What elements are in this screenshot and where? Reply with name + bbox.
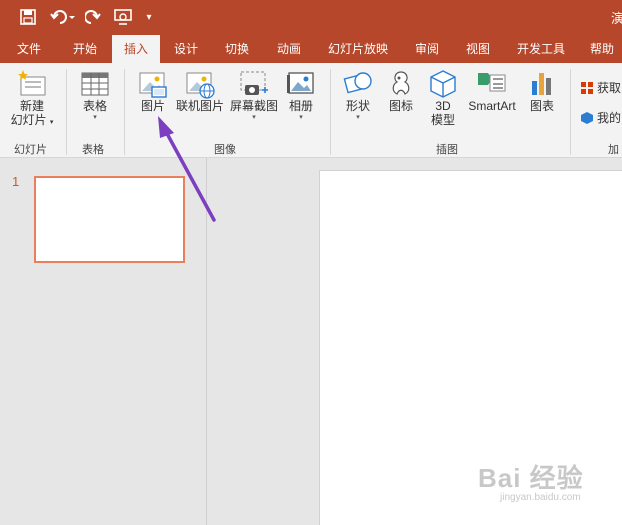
addins-group-label: 加 [608, 144, 619, 156]
tab-review[interactable]: 审阅 [405, 35, 449, 63]
title-bar: ▾ 演 [0, 0, 622, 35]
shapes-dropdown-icon: ▾ [356, 114, 360, 121]
screenshot-icon [240, 71, 268, 95]
icons-icon [392, 71, 410, 95]
document-title: 演 [611, 11, 622, 26]
tab-design[interactable]: 设计 [163, 35, 209, 63]
tab-transitions[interactable]: 切换 [214, 35, 260, 63]
tab-help[interactable]: 帮助 [582, 35, 622, 63]
my-addins-label: 我的 [597, 111, 622, 125]
tab-slideshow[interactable]: 幻灯片放映 [320, 35, 396, 63]
tab-view[interactable]: 视图 [456, 35, 500, 63]
table-button[interactable]: 表格 ▾ [74, 69, 116, 123]
picture-icon [139, 72, 167, 98]
chart-icon [532, 73, 551, 95]
table-icon [81, 72, 109, 96]
tab-insert[interactable]: 插入 [112, 35, 160, 63]
smartart-label: SmartArt [468, 99, 516, 113]
table-label: 表格 [82, 99, 107, 113]
group-divider [66, 69, 67, 155]
slide-thumbnail[interactable] [34, 176, 185, 263]
tab-file[interactable]: 文件 [4, 35, 54, 63]
photo-album-button[interactable]: 相册 ▾ [282, 69, 320, 123]
ribbon-tab-bar: 文件 开始 插入 设计 切换 动画 幻灯片放映 审阅 视图 开发工具 帮助 [0, 35, 622, 63]
table-dropdown-icon: ▾ [93, 114, 97, 121]
get-addins-label: 获取 [597, 81, 622, 95]
3d-models-label-1: 3D [435, 99, 451, 113]
redo-icon[interactable] [83, 6, 103, 28]
slide-number: 1 [12, 174, 20, 189]
smartart-icon [478, 73, 506, 92]
icons-button[interactable]: 图标 [382, 69, 420, 113]
tables-group-label: 表格 [82, 144, 104, 156]
screenshot-button[interactable]: 屏幕截图 ▾ [228, 69, 280, 123]
picture-button[interactable]: 图片 [134, 69, 172, 113]
watermark-url: jingyan.baidu.com [500, 492, 581, 503]
save-icon[interactable] [16, 6, 40, 28]
3d-models-button[interactable]: 3D 模型 [424, 69, 462, 127]
new-slide-icon [18, 70, 46, 96]
slides-group-label: 幻灯片 [14, 144, 47, 156]
online-picture-icon [186, 72, 215, 99]
chart-button[interactable]: 图表 [522, 69, 562, 113]
illustrations-group-label: 插图 [436, 144, 458, 156]
tab-developer[interactable]: 开发工具 [508, 35, 574, 63]
shapes-button[interactable]: 形状 ▾ [338, 69, 378, 123]
photo-album-icon [287, 72, 314, 94]
my-addins-button[interactable]: 我的 [580, 109, 622, 126]
smartart-button[interactable]: SmartArt [464, 69, 520, 113]
group-divider [124, 69, 125, 155]
group-divider [330, 69, 331, 155]
picture-label: 图片 [140, 99, 165, 113]
shapes-icon [343, 72, 372, 94]
get-addins-button[interactable]: 获取 [580, 79, 622, 96]
ribbon: 新建 幻灯片 ▾ 幻灯片 表格 ▾ 表格 图片 联机图片 屏幕截图 ▾ 相册 ▾… [0, 63, 622, 158]
store-icon [581, 81, 593, 94]
online-picture-button[interactable]: 联机图片 [174, 69, 226, 113]
photo-album-dropdown-icon: ▾ [299, 114, 303, 121]
online-picture-label: 联机图片 [175, 99, 224, 113]
chart-label: 图表 [529, 99, 554, 113]
new-slide-label-1: 新建 [19, 99, 44, 113]
slide-thumbnail-pane: 1 [0, 158, 207, 525]
new-slide-button[interactable]: 新建 幻灯片 ▾ [6, 69, 58, 130]
photo-album-label: 相册 [288, 99, 313, 113]
images-group-label: 图像 [214, 144, 236, 156]
shapes-label: 形状 [345, 99, 370, 113]
screenshot-label: 屏幕截图 [229, 99, 278, 113]
tab-animations[interactable]: 动画 [266, 35, 312, 63]
watermark-logo: Bai 经验 [478, 463, 584, 493]
screenshot-dropdown-icon: ▾ [252, 114, 256, 121]
present-from-start-icon[interactable] [112, 6, 134, 28]
3d-models-label-2: 模型 [430, 113, 455, 127]
group-divider [570, 69, 571, 155]
icons-label: 图标 [388, 99, 413, 113]
customize-qat-icon[interactable]: ▾ [142, 6, 156, 28]
undo-icon[interactable] [48, 6, 78, 28]
my-addins-icon [581, 111, 593, 124]
3d-model-icon [430, 70, 456, 98]
tab-home[interactable]: 开始 [60, 35, 110, 63]
new-slide-label-2: 幻灯片 ▾ [10, 113, 54, 127]
